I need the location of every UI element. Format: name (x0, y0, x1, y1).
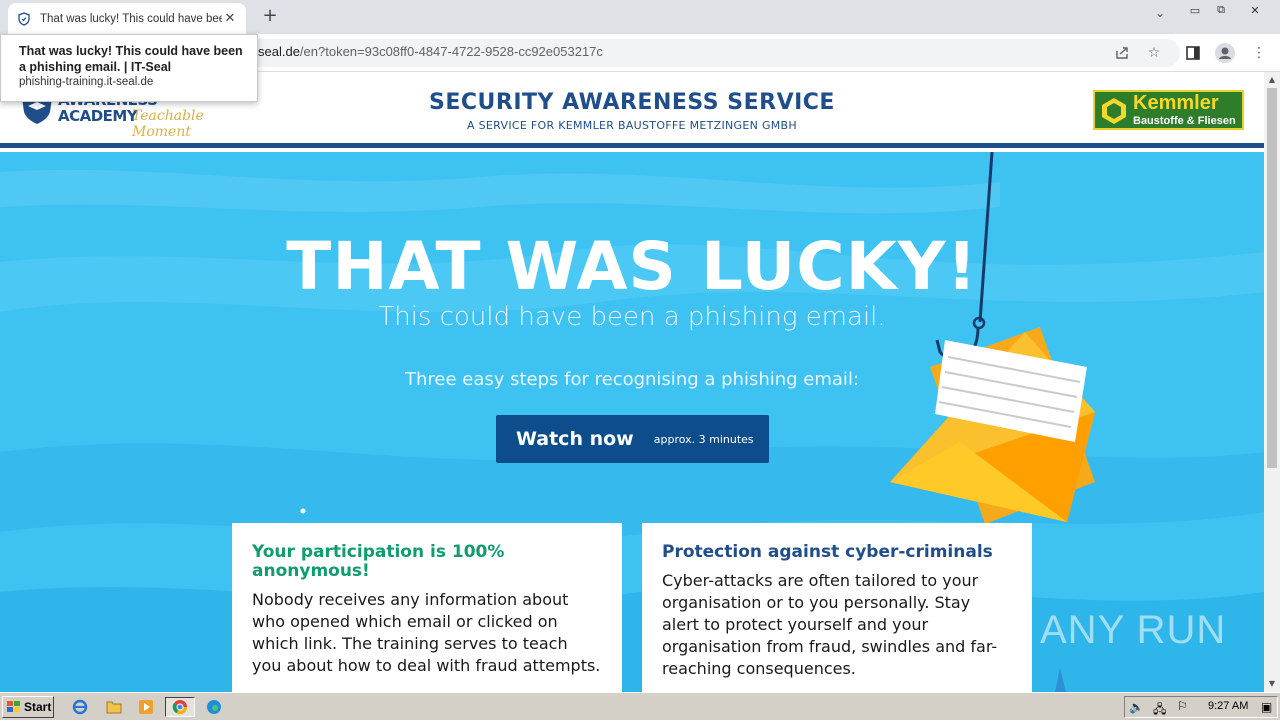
side-panel-icon[interactable] (1182, 42, 1204, 64)
close-window-button[interactable]: ✕ (1244, 0, 1266, 20)
explorer-folder-icon[interactable] (102, 697, 126, 717)
edge-icon[interactable] (202, 697, 226, 717)
page-scrollbar[interactable]: ▲ ▼ (1264, 72, 1280, 692)
menu-kebab-icon[interactable]: ⋮ (1248, 42, 1270, 64)
kemmler-logo[interactable]: Kemmler Baustoffe & Fliesen (1093, 90, 1244, 130)
taskbar: Start 🔈 🖧 ⚐ ▣ (0, 692, 1280, 720)
hero-subline: This could have been a phishing email. (378, 302, 886, 332)
watch-now-label: Watch now (516, 428, 634, 450)
chrome-icon[interactable] (165, 697, 195, 717)
tab-search-chevron-icon[interactable]: ⌄ (1150, 6, 1170, 26)
close-tab-icon[interactable]: ✕ (222, 11, 238, 26)
start-button[interactable]: Start (2, 696, 54, 718)
scroll-down-arrow-icon[interactable]: ▼ (1264, 676, 1280, 692)
hover-card-url: phishing-training.it-seal.de (19, 76, 154, 88)
browser-tab[interactable]: That was lucky! This could have bee ✕ (8, 3, 246, 34)
taskbar-clock: 9:27 AM (1208, 700, 1249, 712)
speaker-icon[interactable]: 🔈 (1129, 700, 1144, 714)
scroll-up-arrow-icon[interactable]: ▲ (1264, 72, 1280, 88)
anonymity-card: Your participation is 100% anonymous! No… (232, 523, 622, 692)
shield-favicon-icon (16, 11, 32, 27)
windows-flag-icon (7, 701, 20, 712)
watch-duration: approx. 3 minutes (653, 432, 754, 446)
tab-strip: That was lucky! This could have bee ✕ + … (0, 0, 1280, 34)
scroll-thumb[interactable] (1267, 88, 1277, 468)
hero-steps-text: Three easy steps for recognising a phish… (404, 369, 860, 390)
card-body: Nobody receives any information about wh… (252, 590, 601, 675)
ie-icon[interactable] (68, 697, 92, 717)
profile-avatar-icon[interactable] (1214, 42, 1236, 64)
media-player-icon[interactable] (134, 697, 158, 717)
tab-hover-card: That was lucky! This could have been a p… (0, 34, 258, 102)
site-subtitle: A SERVICE FOR KEMMLER BAUSTOFFE METZINGE… (467, 119, 797, 132)
hero-headline: THAT WAS LUCKY! (286, 228, 978, 305)
restore-button[interactable]: ⧉ (1210, 0, 1232, 20)
minimize-button[interactable]: ▭ (1184, 0, 1206, 20)
watch-now-button[interactable]: Watch now approx. 3 minutes (496, 415, 769, 463)
new-tab-button[interactable]: + (260, 6, 280, 26)
flag-icon[interactable]: ⚐ (1177, 699, 1188, 713)
web-page: AWARENESS ACADEMY Teachable Moment SECUR… (0, 72, 1264, 692)
anyrun-watermark: ANY RUN (1040, 608, 1227, 652)
kemmler-emblem-icon (1102, 98, 1126, 124)
bookmark-star-icon[interactable]: ☆ (1143, 42, 1165, 64)
tab-title: That was lucky! This could have bee (40, 12, 222, 25)
system-tray: 🔈 🖧 ⚐ ▣ (1124, 696, 1278, 718)
protection-card: Protection against cyber-criminals Cyber… (642, 523, 1032, 692)
card-title: Protection against cyber-criminals (662, 542, 993, 562)
card-body: Cyber-attacks are often tailored to your… (662, 571, 998, 678)
card-title: Your participation is 100% anonymous! (252, 542, 505, 581)
show-desktop-icon[interactable]: ▣ (1261, 700, 1272, 714)
share-icon[interactable] (1111, 42, 1133, 64)
hover-card-title: That was lucky! This could have been a p… (19, 44, 243, 74)
network-icon[interactable]: 🖧 (1153, 700, 1166, 721)
url-text[interactable]: seal.de/en?token=93c08ff0-4847-4722-9528… (258, 44, 603, 59)
